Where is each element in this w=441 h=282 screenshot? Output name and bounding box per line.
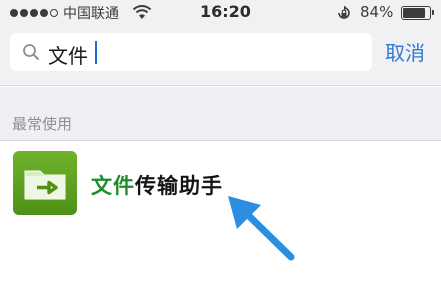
status-bar: 中国联通 16:20 84% xyxy=(0,0,441,26)
result-title: 文件传输助手 xyxy=(91,170,223,200)
search-query-text: 文件 xyxy=(48,44,88,68)
wifi-icon xyxy=(132,5,152,19)
list-item-file-transfer[interactable]: 文件传输助手 xyxy=(0,142,441,227)
clock: 16:20 xyxy=(200,2,251,21)
search-input[interactable]: 文件 xyxy=(10,33,372,71)
search-icon xyxy=(23,44,39,60)
arrow-pointer-icon xyxy=(228,196,295,261)
result-title-match: 文件 xyxy=(91,174,135,198)
result-title-rest: 传输助手 xyxy=(135,174,223,198)
text-cursor xyxy=(95,41,97,64)
battery-level-fill xyxy=(403,8,425,18)
app-icon xyxy=(13,151,77,215)
section-header: 最常使用 xyxy=(0,87,441,141)
rotation-lock-icon xyxy=(338,5,350,19)
signal-strength-icon xyxy=(10,9,58,17)
cancel-button[interactable]: 取消 xyxy=(385,37,425,66)
screen: 中国联通 16:20 84% 文件 取消 最常使用 文件传输助手 xyxy=(0,0,441,282)
battery-icon xyxy=(401,6,434,20)
section-title: 最常使用 xyxy=(12,115,73,133)
battery-percentage: 84% xyxy=(360,3,394,21)
folder-arrow-icon xyxy=(24,170,66,200)
carrier-name: 中国联通 xyxy=(63,6,119,22)
search-bar: 文件 取消 xyxy=(0,26,441,86)
